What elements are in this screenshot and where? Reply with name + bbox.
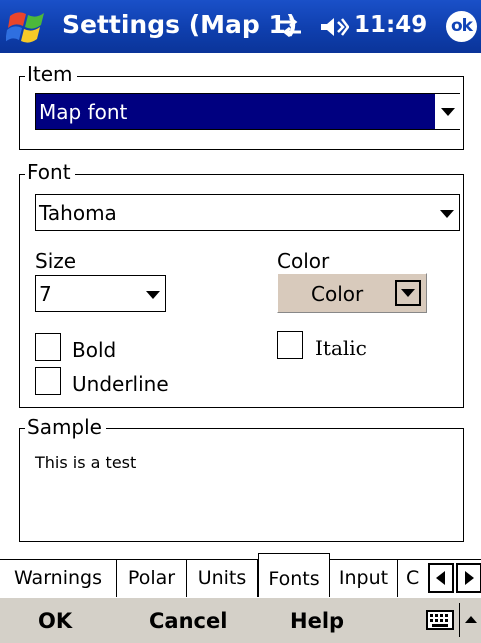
bold-checkbox[interactable]: [35, 333, 61, 361]
help-button[interactable]: Help: [290, 609, 344, 633]
chevron-down-icon: [441, 108, 455, 116]
sample-group: [19, 428, 464, 542]
tab-warnings[interactable]: Warnings: [0, 560, 117, 597]
cancel-button[interactable]: Cancel: [149, 609, 227, 633]
chevron-left-icon: [436, 571, 445, 585]
color-picker-label: Color: [311, 282, 364, 306]
size-combobox[interactable]: 7: [35, 275, 166, 312]
bold-label: Bold: [72, 338, 117, 362]
tab-input[interactable]: Input: [330, 560, 398, 597]
tab-scroll-right-button[interactable]: [456, 563, 481, 593]
italic-checkbox[interactable]: [277, 331, 303, 359]
window-title: Settings (Map 1): [62, 10, 298, 39]
tab-c[interactable]: C: [398, 560, 428, 597]
sample-text: This is a test: [35, 453, 137, 472]
underline-label: Underline: [72, 372, 169, 396]
ok-close-button[interactable]: ok: [446, 11, 477, 42]
color-picker-button[interactable]: Color: [277, 273, 427, 313]
color-label: Color: [277, 249, 330, 273]
sip-divider: [459, 603, 460, 637]
menu-bar: [0, 597, 481, 643]
item-combobox[interactable]: Map font: [35, 93, 460, 130]
tab-fonts[interactable]: Fonts: [258, 553, 330, 597]
font-combobox[interactable]: Tahoma: [35, 194, 460, 231]
chevron-down-icon: [146, 291, 160, 299]
tab-polar[interactable]: Polar: [117, 560, 187, 597]
chevron-down-icon: [401, 289, 415, 297]
item-group-legend: Item: [25, 63, 77, 85]
size-combobox-value: 7: [39, 282, 52, 306]
tab-scroll-left-button[interactable]: [428, 563, 454, 593]
volume-icon[interactable]: [319, 14, 349, 40]
size-label: Size: [35, 249, 77, 273]
keyboard-icon[interactable]: [426, 610, 454, 630]
italic-label: Italic: [315, 336, 367, 360]
chevron-right-icon: [465, 571, 474, 585]
tab-units[interactable]: Units: [187, 560, 258, 597]
chevron-up-icon[interactable]: [465, 616, 477, 623]
item-dropdown-button[interactable]: [435, 94, 460, 129]
windows-start-icon[interactable]: [6, 6, 50, 48]
clock: 11:49: [354, 12, 428, 38]
underline-checkbox[interactable]: [35, 367, 61, 395]
ok-button[interactable]: OK: [38, 609, 72, 633]
color-dropdown-button[interactable]: [395, 280, 421, 306]
font-group-legend: Font: [25, 161, 75, 183]
chevron-down-icon: [440, 210, 454, 218]
font-combobox-value: Tahoma: [39, 201, 117, 225]
sample-group-legend: Sample: [25, 416, 106, 438]
network-icon[interactable]: [276, 14, 304, 40]
item-combobox-value: Map font: [39, 100, 128, 124]
